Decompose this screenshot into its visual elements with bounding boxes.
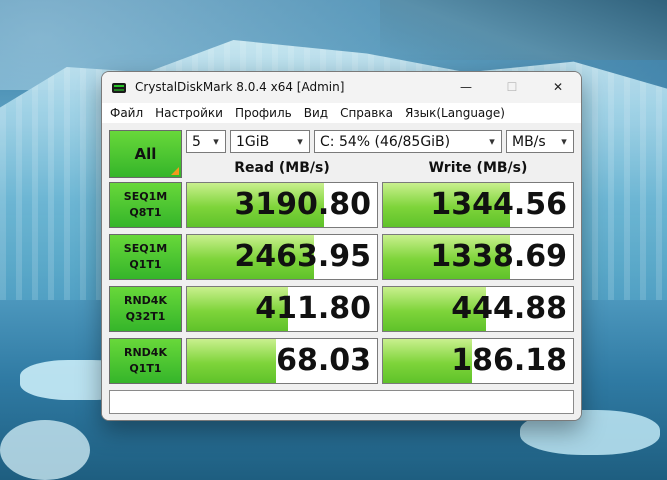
- window-title: CrystalDiskMark 8.0.4 x64 [Admin]: [135, 80, 345, 94]
- drive-select[interactable]: C: 54% (46/85GiB) ▾: [314, 130, 502, 153]
- read-bar: [187, 339, 277, 383]
- test-button-seq1m-q1t1[interactable]: SEQ1M Q1T1: [109, 234, 182, 280]
- size-select[interactable]: 1GiB ▾: [230, 130, 310, 153]
- write-result-cell: 186.18: [382, 338, 574, 384]
- read-value: 3190.80: [234, 187, 371, 222]
- chevron-down-icon: ▾: [561, 135, 567, 148]
- maximize-button[interactable]: ☐: [489, 72, 535, 102]
- read-value: 411.80: [255, 291, 371, 326]
- write-result-cell: 444.88: [382, 286, 574, 332]
- menu-bar: Файл Настройки Профиль Вид Справка Язык(…: [102, 102, 581, 123]
- read-result-cell: 411.80: [186, 286, 378, 332]
- read-column-header: Read (MB/s): [234, 160, 330, 176]
- write-column-header: Write (MB/s): [428, 160, 528, 176]
- wallpaper-mountain: [380, 0, 667, 60]
- minimize-button[interactable]: —: [443, 72, 489, 102]
- test-label-line2: Q32T1: [125, 310, 166, 323]
- chevron-down-icon: ▾: [297, 135, 303, 148]
- crystaldiskmark-icon: [111, 79, 127, 95]
- count-select[interactable]: 5 ▾: [186, 130, 226, 153]
- menu-view[interactable]: Вид: [298, 103, 334, 123]
- comment-field[interactable]: [109, 390, 574, 414]
- test-label-line2: Q1T1: [129, 362, 162, 375]
- read-value: 2463.95: [234, 239, 371, 274]
- write-result-cell: 1338.69: [382, 234, 574, 280]
- corner-marker: [171, 167, 179, 175]
- read-value: 68.03: [276, 343, 371, 378]
- menu-help[interactable]: Справка: [334, 103, 399, 123]
- unit-value: MB/s: [512, 133, 546, 150]
- write-result-cell: 1344.56: [382, 182, 574, 228]
- menu-profile[interactable]: Профиль: [229, 103, 298, 123]
- benchmark-panel: All 5 ▾ 1GiB ▾ C: 54% (46/85GiB) ▾ MB/s …: [102, 123, 581, 420]
- all-button[interactable]: All: [109, 130, 182, 178]
- test-label-line1: SEQ1M: [123, 242, 168, 255]
- chevron-down-icon: ▾: [489, 135, 495, 148]
- test-label-line2: Q8T1: [129, 206, 162, 219]
- test-label-line2: Q1T1: [129, 258, 162, 271]
- test-button-rnd4k-q32t1[interactable]: RND4K Q32T1: [109, 286, 182, 332]
- read-result-cell: 2463.95: [186, 234, 378, 280]
- write-value: 186.18: [451, 343, 567, 378]
- menu-language[interactable]: Язык(Language): [399, 103, 511, 123]
- crystaldiskmark-window: CrystalDiskMark 8.0.4 x64 [Admin] — ☐ ✕ …: [101, 71, 582, 421]
- test-label-line1: SEQ1M: [123, 190, 168, 203]
- size-value: 1GiB: [236, 133, 270, 150]
- write-value: 1344.56: [430, 187, 567, 222]
- menu-file[interactable]: Файл: [102, 103, 149, 123]
- read-result-cell: 3190.80: [186, 182, 378, 228]
- write-value: 444.88: [451, 291, 567, 326]
- chevron-down-icon: ▾: [213, 135, 219, 148]
- test-label-line1: RND4K: [124, 346, 167, 359]
- title-bar[interactable]: CrystalDiskMark 8.0.4 x64 [Admin] — ☐ ✕: [102, 72, 581, 102]
- test-button-rnd4k-q1t1[interactable]: RND4K Q1T1: [109, 338, 182, 384]
- unit-select[interactable]: MB/s ▾: [506, 130, 574, 153]
- test-button-seq1m-q8t1[interactable]: SEQ1M Q8T1: [109, 182, 182, 228]
- close-button[interactable]: ✕: [535, 72, 581, 102]
- all-button-label: All: [134, 145, 157, 163]
- drive-value: C: 54% (46/85GiB): [320, 133, 451, 150]
- window-controls: — ☐ ✕: [443, 72, 581, 102]
- menu-settings[interactable]: Настройки: [149, 103, 229, 123]
- test-label-line1: RND4K: [124, 294, 167, 307]
- read-result-cell: 68.03: [186, 338, 378, 384]
- write-value: 1338.69: [430, 239, 567, 274]
- count-value: 5: [192, 133, 201, 150]
- wallpaper-ice: [0, 420, 90, 480]
